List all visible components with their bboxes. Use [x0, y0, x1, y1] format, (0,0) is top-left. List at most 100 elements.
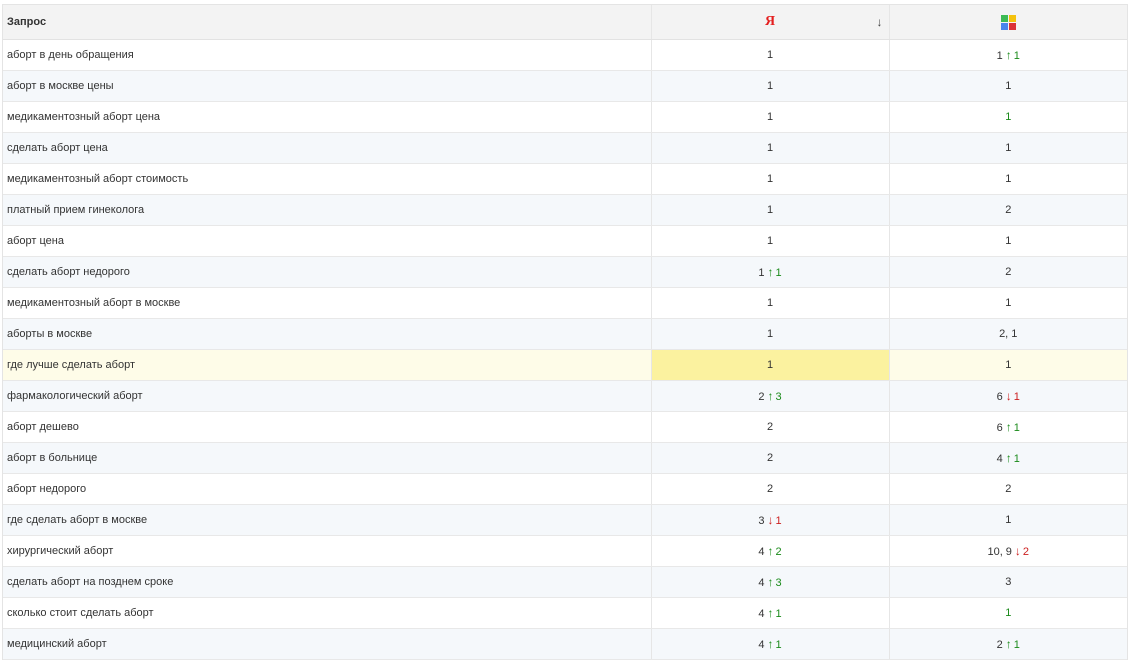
position-value: 1 [766, 204, 774, 216]
table-row[interactable]: аборт в день обращения 1 1 ↑ 1 [3, 39, 1127, 71]
query-cell: медикаментозный аборт стоимость [3, 163, 652, 195]
position-value: 4 [758, 546, 765, 558]
google-position-cell: 4 ↑ 1 [889, 442, 1127, 474]
position-value: 2 [766, 421, 774, 433]
position-change: 1 [1013, 50, 1020, 62]
query-column-header[interactable]: Запрос [3, 5, 652, 40]
table-row[interactable]: сделать аборт недорого 1 ↑ 1 2 [3, 256, 1127, 288]
yandex-position-cell: 2 [651, 411, 890, 443]
table-row[interactable]: медикаментозный аборт цена 1 1 [3, 101, 1127, 133]
position-value: 3 [1005, 576, 1012, 588]
table-row[interactable]: где сделать аборт в москве 3 ↓ 1 1 [3, 504, 1127, 536]
table-row[interactable]: медикаментозный аборт стоимость 1 1 [3, 163, 1127, 195]
position-value: 1 [766, 111, 774, 123]
table-row[interactable]: сделать аборт цена 1 1 [3, 132, 1127, 164]
google-position-cell: 1 [889, 163, 1127, 195]
arrow-up-icon: ↑ [1005, 48, 1012, 62]
yandex-position-cell: 2 ↑ 3 [651, 380, 890, 412]
table-row[interactable]: аборт в больнице 2 4 ↑ 1 [3, 442, 1127, 474]
sort-desc-icon[interactable]: ↓ [877, 15, 883, 29]
table-row[interactable]: аборт недорого 2 2 [3, 473, 1127, 505]
query-cell: аборты в москве [3, 318, 652, 350]
google-position-cell: 1 [889, 70, 1127, 102]
position-value: 1 [1005, 80, 1012, 92]
google-position-cell: 6 ↑ 1 [889, 411, 1127, 443]
position-value: 2 [1005, 204, 1012, 216]
position-value: 4 [758, 577, 765, 589]
table-row[interactable]: аборты в москве 1 2, 1 [3, 318, 1127, 350]
table-row[interactable]: сколько стоит сделать аборт 4 ↑ 1 1 [3, 597, 1127, 629]
arrow-up-icon: ↑ [1005, 451, 1012, 465]
position-change: 2 [1022, 546, 1030, 558]
query-cell: сделать аборт цена [3, 132, 652, 164]
positions-table: Запрос Я ↓ аборт в день обращения 1 1 ↑ 1 або… [3, 5, 1127, 660]
table-row[interactable]: медикаментозный аборт в москве 1 1 [3, 287, 1127, 319]
query-cell: хирургический аборт [3, 535, 652, 567]
table-row[interactable]: аборт цена 1 1 [3, 225, 1127, 257]
google-position-cell: 1 [889, 132, 1127, 164]
table-row[interactable]: сделать аборт на позднем сроке 4 ↑ 3 3 [3, 566, 1127, 598]
yandex-position-cell: 1 [651, 132, 890, 164]
query-cell: аборт в москве цены [3, 70, 652, 102]
yandex-column-header[interactable]: Я ↓ [651, 5, 890, 40]
position-value: 1 [766, 328, 774, 340]
position-change: 1 [775, 267, 782, 279]
table-row[interactable]: платный прием гинеколога 1 2 [3, 194, 1127, 226]
yandex-icon: Я [764, 14, 776, 29]
position-value: 4 [758, 639, 765, 651]
position-value: 2, 1 [999, 328, 1018, 340]
position-value: 1 [1005, 359, 1012, 371]
table-body: аборт в день обращения 1 1 ↑ 1 аборт в москве… [3, 39, 1127, 660]
google-position-cell: 1 ↑ 1 [889, 39, 1127, 71]
query-cell: сделать аборт на позднем сроке [3, 566, 652, 598]
position-change: 1 [1013, 391, 1020, 403]
position-value: 1 [766, 297, 774, 309]
yandex-position-cell: 1 [651, 318, 890, 350]
yandex-position-cell: 1 [651, 225, 890, 257]
yandex-position-cell: 2 [651, 442, 890, 474]
position-value: 2 [766, 483, 774, 495]
google-position-cell: 1 [889, 597, 1127, 629]
table-header-row: Запрос Я ↓ [3, 5, 1127, 40]
position-value: 3 [758, 515, 765, 527]
query-cell: сделать аборт недорого [3, 256, 652, 288]
table-row[interactable]: где лучше сделать аборт 1 1 [3, 349, 1127, 381]
yandex-position-cell: 2 [651, 473, 890, 505]
google-position-cell: 1 [889, 349, 1127, 381]
query-cell: фармакологический аборт [3, 380, 652, 412]
position-value: 2 [1005, 483, 1012, 495]
position-change: 1 [1013, 639, 1020, 651]
arrow-up-icon: ↑ [1005, 420, 1012, 434]
position-value: 1 [766, 49, 774, 61]
position-value: 6 [996, 422, 1003, 434]
yandex-position-cell: 1 [651, 287, 890, 319]
query-cell: медицинский аборт [3, 628, 652, 660]
yandex-position-cell: 1 [651, 163, 890, 195]
query-cell: аборт недорого [3, 473, 652, 505]
position-value: 1 [758, 267, 765, 279]
query-cell: платный прием гинеколога [3, 194, 652, 226]
position-value: 1 [766, 142, 774, 154]
google-position-cell: 1 [889, 287, 1127, 319]
table-row[interactable]: аборт в москве цены 1 1 [3, 70, 1127, 102]
positions-table-container: Запрос Я ↓ аборт в день обращения 1 1 ↑ 1 або… [2, 4, 1128, 660]
yandex-position-cell: 1 [651, 39, 890, 71]
position-value: 1 [766, 80, 774, 92]
yandex-position-cell: 1 [651, 101, 890, 133]
table-row[interactable]: аборт дешево 2 6 ↑ 1 [3, 411, 1127, 443]
google-icon [1000, 14, 1016, 30]
table-row[interactable]: медицинский аборт 4 ↑ 1 2 ↑ 1 [3, 628, 1127, 660]
position-value: 2 [1005, 266, 1012, 278]
position-value: 10, 9 [987, 546, 1012, 558]
google-position-cell: 2 ↑ 1 [889, 628, 1127, 660]
position-value: 2 [996, 639, 1003, 651]
yandex-position-cell: 1 [651, 194, 890, 226]
table-row[interactable]: хирургический аборт 4 ↑ 2 10, 9 ↓ 2 [3, 535, 1127, 567]
position-change: 2 [775, 546, 782, 558]
google-position-cell: 1 [889, 225, 1127, 257]
table-row[interactable]: фармакологический аборт 2 ↑ 3 6 ↓ 1 [3, 380, 1127, 412]
arrow-up-icon: ↑ [767, 575, 774, 589]
google-column-header[interactable] [889, 5, 1127, 40]
query-cell: медикаментозный аборт в москве [3, 287, 652, 319]
google-position-cell: 2, 1 [889, 318, 1127, 350]
